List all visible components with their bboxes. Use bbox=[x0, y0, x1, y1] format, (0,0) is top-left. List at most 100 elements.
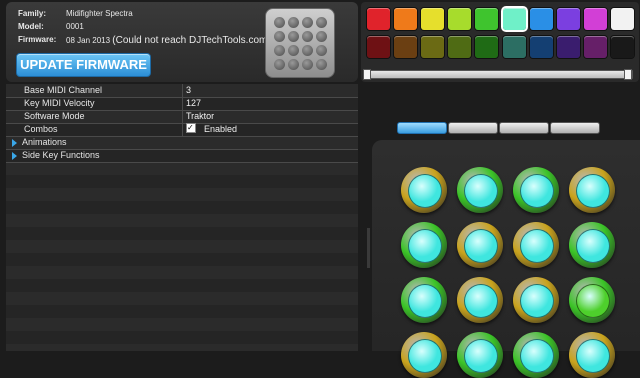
column-divider bbox=[182, 123, 183, 136]
pad-button[interactable] bbox=[457, 167, 503, 213]
device-icon-dot bbox=[301, 58, 313, 70]
color-swatch[interactable] bbox=[556, 36, 580, 58]
bank-tab[interactable] bbox=[499, 122, 549, 134]
combos-checkbox[interactable] bbox=[186, 121, 196, 134]
pad-face bbox=[520, 284, 554, 318]
pad-face bbox=[520, 339, 554, 373]
color-swatch[interactable] bbox=[448, 36, 472, 58]
setting-row[interactable]: Key MIDI Velocity 127 bbox=[6, 97, 358, 111]
pad-button[interactable] bbox=[457, 332, 503, 378]
device-icon-dot bbox=[301, 16, 313, 28]
device-info-panel: Family: Midifighter Spectra Model: 0001 … bbox=[6, 2, 358, 82]
settings-table: Base MIDI Channel 3 Key MIDI Velocity 127 So… bbox=[6, 84, 358, 351]
pad-face bbox=[576, 174, 610, 208]
setting-key: Combos bbox=[24, 124, 58, 134]
section-row[interactable]: Side Key Functions bbox=[6, 149, 358, 163]
column-divider bbox=[182, 110, 183, 123]
setting-value[interactable]: 127 bbox=[186, 97, 201, 110]
pad-button[interactable] bbox=[569, 222, 615, 268]
color-swatch[interactable] bbox=[394, 8, 418, 30]
device-icon-dot bbox=[287, 16, 299, 28]
setting-key: Key MIDI Velocity bbox=[24, 98, 95, 108]
color-swatch[interactable] bbox=[367, 8, 390, 30]
column-divider bbox=[182, 97, 183, 110]
setting-key: Base MIDI Channel bbox=[24, 85, 103, 95]
color-swatch[interactable] bbox=[583, 36, 607, 58]
pad-face bbox=[464, 339, 498, 373]
device-icon-dot bbox=[287, 44, 299, 56]
color-swatch[interactable] bbox=[502, 8, 526, 30]
setting-value[interactable]: 3 bbox=[186, 84, 191, 97]
firmware-row: Firmware: 08 Jan 2013 (Could not reach D… bbox=[18, 35, 271, 46]
setting-row[interactable]: Base MIDI Channel 3 bbox=[6, 84, 358, 98]
firmware-date: 08 Jan 2013 bbox=[66, 36, 111, 45]
pad-button[interactable] bbox=[401, 277, 447, 323]
family-row: Family: Midifighter Spectra bbox=[18, 9, 133, 18]
device-icon-dot bbox=[315, 44, 327, 56]
pad-button[interactable] bbox=[569, 167, 615, 213]
section-row[interactable]: Animations bbox=[6, 136, 358, 150]
pad-face bbox=[520, 174, 554, 208]
color-swatch[interactable] bbox=[610, 8, 634, 30]
device-icon-dot bbox=[287, 30, 299, 42]
device-icon bbox=[265, 8, 335, 78]
color-swatch[interactable] bbox=[448, 8, 472, 30]
device-icon-dot bbox=[273, 30, 285, 42]
pad-face bbox=[408, 284, 442, 318]
model-row: Model: 0001 bbox=[18, 22, 84, 31]
pad-face bbox=[576, 229, 610, 263]
device-icon-dot bbox=[315, 58, 327, 70]
device-icon-dot bbox=[315, 30, 327, 42]
color-swatch[interactable] bbox=[421, 36, 445, 58]
color-swatch[interactable] bbox=[583, 8, 607, 30]
color-swatch[interactable] bbox=[367, 36, 390, 58]
pad-button[interactable] bbox=[457, 222, 503, 268]
pad-face bbox=[408, 174, 442, 208]
color-swatch[interactable] bbox=[529, 36, 553, 58]
column-divider bbox=[182, 84, 183, 97]
pad-button[interactable] bbox=[513, 277, 559, 323]
setting-row[interactable]: Combos Enabled bbox=[6, 121, 358, 137]
firmware-label: Firmware: bbox=[18, 35, 57, 44]
family-label: Family: bbox=[18, 9, 47, 18]
color-swatch[interactable] bbox=[475, 36, 499, 58]
pad-button[interactable] bbox=[513, 222, 559, 268]
color-swatch[interactable] bbox=[421, 8, 445, 30]
pad-face bbox=[464, 284, 498, 318]
pad-face bbox=[576, 339, 610, 373]
expand-triangle-icon[interactable] bbox=[12, 139, 17, 147]
model-label: Model: bbox=[18, 22, 44, 31]
pad-button[interactable] bbox=[513, 167, 559, 213]
bank-tab[interactable] bbox=[397, 122, 447, 134]
expand-triangle-icon[interactable] bbox=[12, 152, 17, 160]
slider-right-handle[interactable] bbox=[624, 69, 632, 80]
pad-face bbox=[520, 229, 554, 263]
pad-button[interactable] bbox=[457, 277, 503, 323]
device-icon-dot bbox=[301, 44, 313, 56]
color-swatch[interactable] bbox=[502, 36, 526, 58]
bank-tab[interactable] bbox=[448, 122, 498, 134]
color-swatch[interactable] bbox=[529, 8, 553, 30]
panel-handle bbox=[367, 228, 370, 268]
color-swatch[interactable] bbox=[475, 8, 499, 30]
family-value: Midifighter Spectra bbox=[66, 9, 133, 18]
pad-button[interactable] bbox=[401, 167, 447, 213]
pad-face bbox=[464, 174, 498, 208]
slider-left-handle[interactable] bbox=[363, 69, 371, 80]
update-firmware-button[interactable]: UPDATE FIRMWARE bbox=[16, 53, 151, 77]
setting-value[interactable]: Enabled bbox=[186, 121, 237, 136]
pad-button[interactable] bbox=[401, 332, 447, 378]
device-icon-dot bbox=[273, 58, 285, 70]
color-swatch[interactable] bbox=[610, 36, 634, 58]
brightness-slider[interactable] bbox=[363, 70, 633, 79]
pad-button[interactable] bbox=[401, 222, 447, 268]
color-swatch[interactable] bbox=[556, 8, 580, 30]
device-icon-dot bbox=[273, 44, 285, 56]
pad-button[interactable] bbox=[513, 332, 559, 378]
bank-tab[interactable] bbox=[550, 122, 600, 134]
pad-button[interactable] bbox=[569, 332, 615, 378]
section-label: Side Key Functions bbox=[22, 150, 100, 160]
pad-button[interactable] bbox=[569, 277, 615, 323]
color-swatch[interactable] bbox=[394, 36, 418, 58]
setting-row[interactable]: Software Mode Traktor bbox=[6, 110, 358, 124]
